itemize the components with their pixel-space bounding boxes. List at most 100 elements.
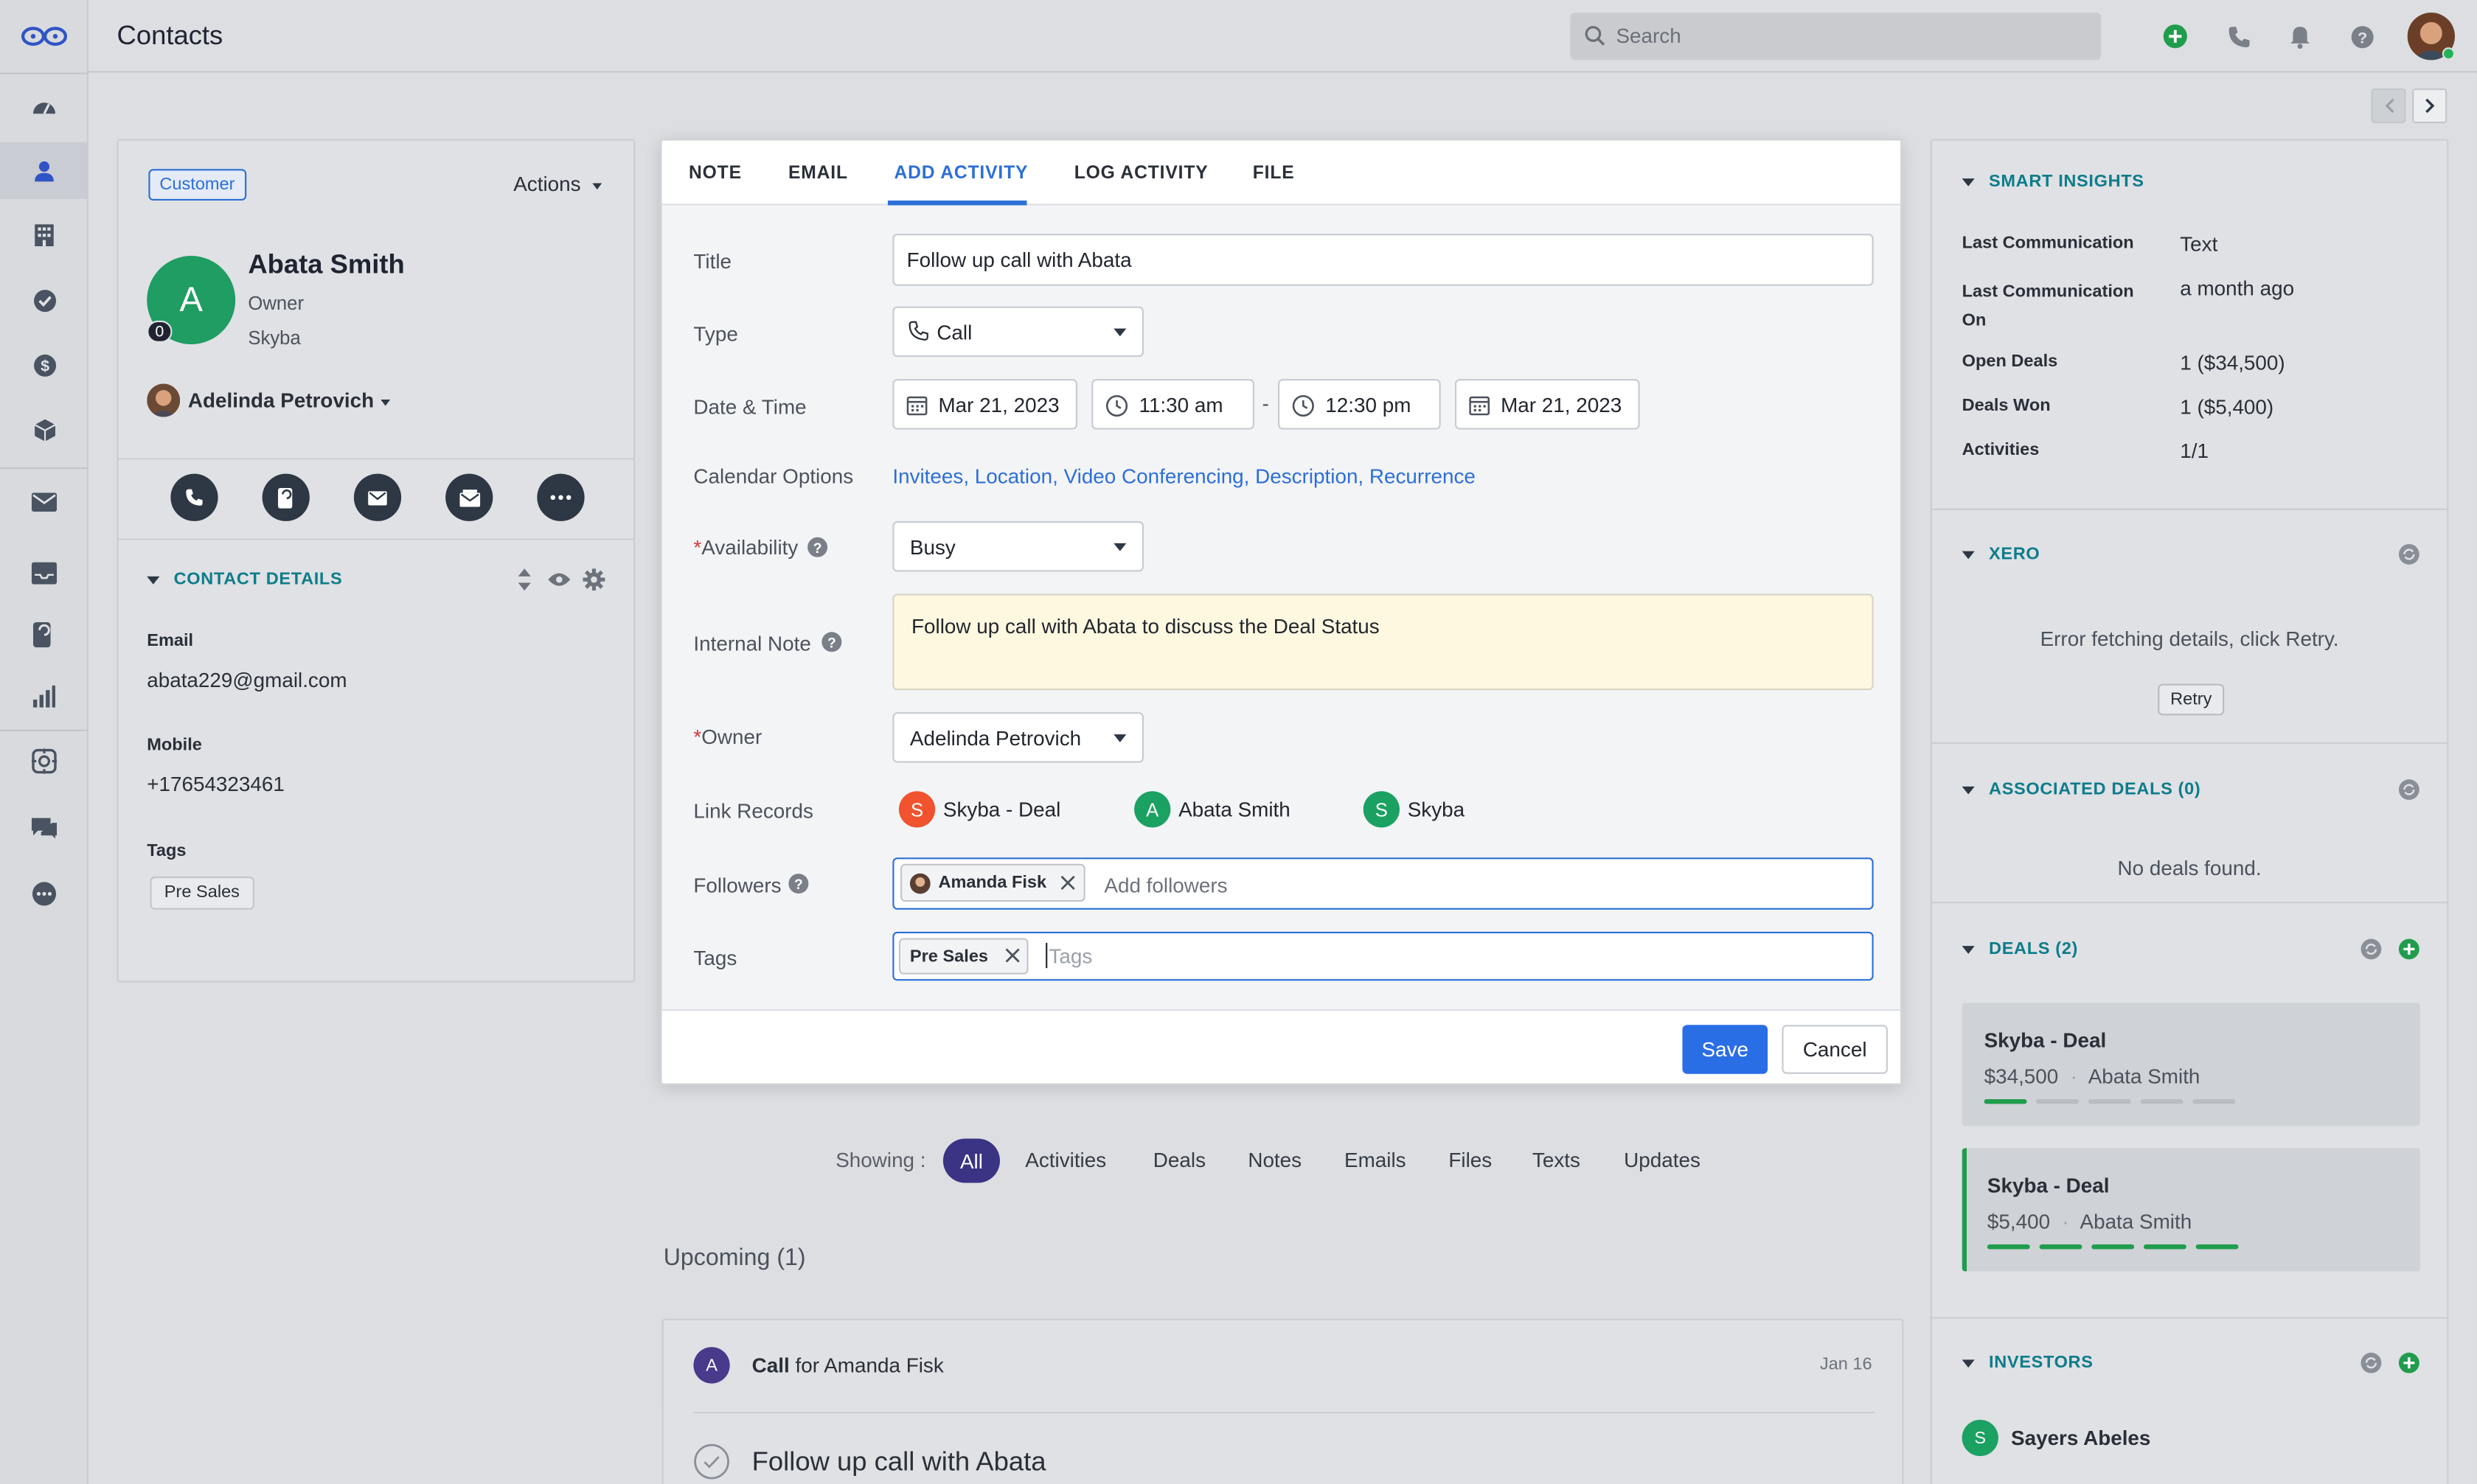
sms-button[interactable] xyxy=(262,473,310,521)
refresh-icon[interactable] xyxy=(2398,778,2420,801)
tab-note[interactable]: NOTE xyxy=(689,164,742,184)
owner-avatar xyxy=(147,383,181,417)
deals-icon[interactable]: $ xyxy=(0,343,88,387)
email-button[interactable] xyxy=(353,473,402,521)
collapse-caret-icon[interactable] xyxy=(1962,1359,1975,1368)
next-record-button[interactable] xyxy=(2412,88,2448,124)
reorder-icon[interactable] xyxy=(516,568,532,591)
email-value[interactable]: abata229@gmail.com xyxy=(147,668,347,692)
tab-add-activity[interactable]: ADD ACTIVITY xyxy=(894,164,1028,184)
mail-icon[interactable] xyxy=(0,480,88,524)
add-activity-modal: NOTE EMAIL ADD ACTIVITY LOG ACTIVITY FIL… xyxy=(660,139,1903,1085)
insight-label: Last Communication On xyxy=(1962,282,2134,330)
help-icon[interactable]: ? xyxy=(821,632,842,652)
end-time-input[interactable]: 12:30 pm xyxy=(1278,379,1441,430)
owner-select[interactable]: Adelinda Petrovich xyxy=(892,712,1144,763)
cancel-button[interactable]: Cancel xyxy=(1782,1025,1888,1074)
products-icon[interactable] xyxy=(0,408,88,452)
bulk-email-button[interactable] xyxy=(445,473,493,521)
mobile-value[interactable]: +17654323461 xyxy=(147,773,285,796)
svg-text:?: ? xyxy=(813,541,822,557)
phone-icon[interactable] xyxy=(2224,22,2253,51)
collapse-caret-icon[interactable] xyxy=(1962,946,1975,954)
filter-notes[interactable]: Notes xyxy=(1248,1148,1302,1171)
help-icon[interactable]: ? xyxy=(2347,22,2376,51)
remove-tag-icon[interactable] xyxy=(1004,947,1020,963)
investor-name[interactable]: Sayers Abeles xyxy=(2011,1426,2150,1449)
insight-label: Deals Won xyxy=(1962,396,2051,416)
previous-record-button[interactable] xyxy=(2371,88,2406,124)
mobile-label: Mobile xyxy=(147,736,202,755)
collapse-caret-icon[interactable] xyxy=(1962,786,1975,795)
notifications-bell-icon[interactable] xyxy=(2286,22,2315,51)
save-button[interactable]: Save xyxy=(1682,1025,1768,1074)
settings-gear-icon[interactable] xyxy=(583,568,605,591)
stage-segment xyxy=(2140,1098,2184,1104)
followers-input[interactable]: Amanda Fisk Add followers xyxy=(892,857,1874,910)
start-time-input[interactable]: 11:30 am xyxy=(1091,379,1254,430)
visibility-eye-icon[interactable] xyxy=(548,571,571,587)
filter-texts[interactable]: Texts xyxy=(1532,1148,1580,1171)
chat-icon[interactable] xyxy=(0,806,88,850)
companies-icon[interactable] xyxy=(0,213,88,257)
more-apps-icon[interactable] xyxy=(0,871,88,916)
tags-placeholder: Tags xyxy=(1049,944,1093,969)
automation-icon[interactable] xyxy=(0,739,88,784)
end-date-input[interactable]: Mar 21, 2023 xyxy=(1454,379,1640,430)
deal-card[interactable]: Skyba - Deal $5,400 · Abata Smith xyxy=(1962,1148,2420,1272)
more-actions-button[interactable] xyxy=(537,473,585,521)
filter-files[interactable]: Files xyxy=(1448,1148,1492,1171)
filter-updates[interactable]: Updates xyxy=(1624,1148,1700,1171)
phone-log-icon[interactable] xyxy=(0,613,88,657)
filter-deals[interactable]: Deals xyxy=(1153,1148,1206,1171)
add-new-icon[interactable] xyxy=(2161,22,2190,51)
internal-note-textarea[interactable]: Follow up call with Abata to discuss the… xyxy=(892,593,1874,691)
search-input[interactable]: Search xyxy=(1570,13,2102,60)
filter-activities[interactable]: Activities xyxy=(1025,1148,1106,1171)
text-cursor xyxy=(1046,942,1048,969)
type-select[interactable]: Call xyxy=(892,306,1144,358)
actions-dropdown[interactable]: Actions xyxy=(513,172,602,196)
add-investor-icon[interactable] xyxy=(2398,1352,2420,1374)
insight-value: Text xyxy=(2180,231,2218,257)
refresh-icon[interactable] xyxy=(2360,938,2382,960)
owner-selector[interactable]: Adelinda Petrovich xyxy=(147,383,400,419)
email-label: Email xyxy=(147,631,194,651)
follower-chip: Amanda Fisk xyxy=(900,863,1085,902)
inbox-icon[interactable] xyxy=(0,551,88,596)
title-input[interactable]: Follow up call with Abata xyxy=(892,234,1874,286)
collapse-caret-icon[interactable] xyxy=(147,576,160,585)
tab-log-activity[interactable]: LOG ACTIVITY xyxy=(1074,164,1209,184)
start-date-input[interactable]: Mar 21, 2023 xyxy=(892,379,1077,430)
call-button[interactable] xyxy=(170,473,218,521)
availability-select[interactable]: Busy xyxy=(892,520,1144,572)
dashboard-icon[interactable] xyxy=(0,84,88,128)
tasks-icon[interactable] xyxy=(0,278,88,322)
remove-follower-icon[interactable] xyxy=(1060,875,1075,891)
deal-name: Skyba - Deal xyxy=(1987,1173,2110,1197)
help-icon[interactable]: ? xyxy=(807,537,828,557)
collapse-caret-icon[interactable] xyxy=(1962,178,1975,187)
contacts-icon[interactable] xyxy=(0,148,88,192)
reports-icon[interactable] xyxy=(0,675,88,719)
tab-email[interactable]: EMAIL xyxy=(788,164,848,184)
tags-label: Tags xyxy=(147,841,187,861)
calendar-options-links[interactable]: Invitees, Location, Video Conferencing, … xyxy=(892,464,1476,488)
complete-checkbox-icon[interactable] xyxy=(693,1443,729,1480)
collapse-caret-icon[interactable] xyxy=(1962,551,1975,560)
help-icon[interactable]: ? xyxy=(788,874,809,894)
refresh-icon[interactable] xyxy=(2398,543,2420,565)
title-label: Title xyxy=(693,249,732,274)
add-deal-icon[interactable] xyxy=(2398,938,2420,960)
app-logo-icon[interactable] xyxy=(0,14,88,58)
tab-file[interactable]: FILE xyxy=(1253,164,1295,184)
filter-all[interactable]: All xyxy=(942,1138,1001,1183)
activity-title[interactable]: Follow up call with Abata xyxy=(752,1446,1046,1478)
activity-for: for Amanda Fisk xyxy=(795,1353,944,1377)
refresh-icon[interactable] xyxy=(2360,1352,2382,1374)
deal-card[interactable]: Skyba - Deal $34,500 · Abata Smith xyxy=(1962,1003,2420,1126)
retry-button[interactable]: Retry xyxy=(2158,683,2225,716)
filter-emails[interactable]: Emails xyxy=(1344,1148,1406,1171)
tags-input[interactable]: Pre Sales Tags xyxy=(892,931,1874,981)
chevron-down-icon xyxy=(381,399,391,406)
